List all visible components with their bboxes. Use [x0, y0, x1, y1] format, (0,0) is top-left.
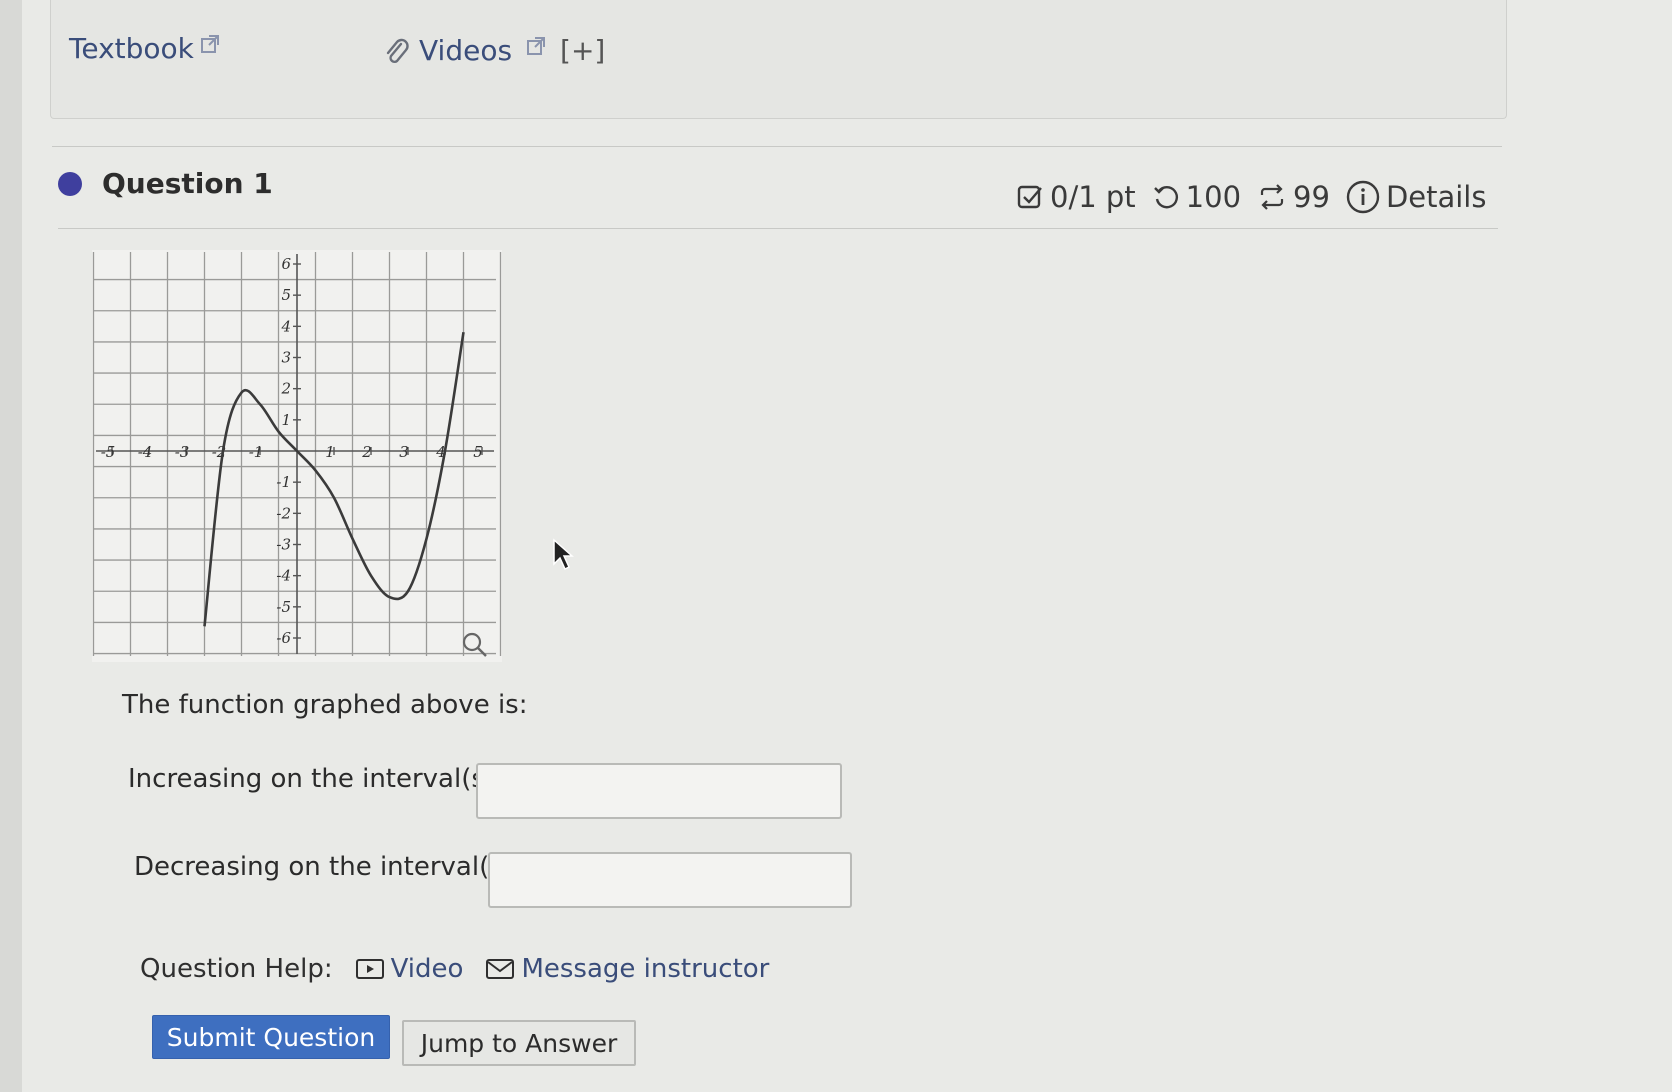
graph-svg: -5 -4 -3 -2 -1 1 2 3 4 5654321-1-2-3-4-5-6 — [92, 247, 502, 662]
x-tick-label: -4 — [138, 443, 153, 461]
question-help: Question Help: Video Message instructor — [140, 954, 769, 984]
y-tick-label: -1 — [276, 473, 291, 491]
question-prompt: The function graphed above is: — [122, 690, 528, 720]
question-meta: 0/1 pt 100 99 Details — [1016, 180, 1502, 214]
info-icon — [1346, 180, 1380, 214]
mouse-cursor-icon — [553, 538, 574, 571]
help-label: Question Help: — [140, 954, 333, 984]
checkbox-icon — [1017, 185, 1042, 209]
x-tick-label: 2 — [361, 443, 372, 461]
message-instructor-link[interactable]: Message instructor — [485, 954, 769, 984]
retries-count: 100 — [1185, 180, 1242, 214]
x-tick-label: -1 — [249, 443, 264, 461]
x-tick-label: -3 — [175, 443, 190, 461]
x-tick-label: 1 — [325, 443, 335, 461]
x-tick-label: 3 — [399, 443, 409, 461]
x-tick-label: -5 — [101, 443, 116, 461]
decreasing-input[interactable] — [488, 852, 852, 908]
details-label: Details — [1385, 180, 1487, 214]
question-title: Question 1 — [102, 167, 273, 200]
y-tick-label: -5 — [276, 598, 291, 616]
textbook-label: Textbook — [69, 32, 194, 65]
points-indicator: 0/1 pt — [1016, 180, 1136, 214]
submit-question-button[interactable]: Submit Question — [152, 1015, 390, 1059]
y-tick-label: -4 — [276, 567, 291, 585]
jump-to-answer-button[interactable]: Jump to Answer — [402, 1020, 636, 1066]
increasing-label: Increasing on the interval(s) — [128, 764, 496, 794]
textbook-link[interactable]: Textbook — [69, 32, 220, 65]
envelope-icon — [486, 959, 515, 979]
y-tick-label: -2 — [276, 504, 291, 522]
y-tick-label: -3 — [276, 536, 291, 554]
details-button[interactable]: Details — [1346, 180, 1487, 214]
video-icon — [355, 959, 384, 979]
undo-icon — [1153, 186, 1178, 209]
paperclip-icon — [386, 38, 409, 63]
help-video-label: Video — [390, 954, 464, 984]
videos-label: Videos — [419, 34, 513, 67]
y-tick-label: 3 — [281, 349, 291, 367]
retries-indicator: 100 — [1152, 180, 1241, 214]
external-link-icon — [200, 34, 219, 53]
expand-toggle[interactable]: [+] — [560, 34, 605, 67]
submissions-count: 99 — [1293, 180, 1330, 214]
y-tick-label: 6 — [281, 255, 291, 273]
divider — [58, 228, 1498, 229]
resources-panel: Textbook Videos [+] — [50, 0, 1507, 119]
decreasing-label: Decreasing on the interval(s) — [134, 852, 513, 882]
increasing-input[interactable] — [476, 763, 842, 819]
divider — [52, 146, 1502, 147]
points-text: 0/1 pt — [1050, 180, 1136, 214]
y-tick-label: 2 — [280, 380, 291, 398]
x-tick-label: 5 — [473, 443, 483, 461]
question-status-dot — [58, 172, 82, 196]
y-tick-label: 4 — [280, 317, 291, 335]
external-link-icon — [527, 36, 546, 55]
left-edge — [0, 0, 22, 1092]
repeat-icon — [1260, 184, 1284, 210]
y-tick-label: 5 — [281, 286, 291, 304]
message-instructor-label: Message instructor — [521, 954, 770, 984]
function-graph: -5 -4 -3 -2 -1 1 2 3 4 5 6 5 4 3 2 1 -1 -2 -3 -4 -5 -6 — [92, 247, 502, 662]
y-tick-label: -6 — [276, 629, 291, 647]
help-video-link[interactable]: Video — [355, 954, 464, 984]
y-tick-label: 1 — [281, 411, 291, 429]
videos-link[interactable]: Videos [+] — [381, 34, 605, 67]
submissions-indicator: 99 — [1257, 180, 1330, 214]
